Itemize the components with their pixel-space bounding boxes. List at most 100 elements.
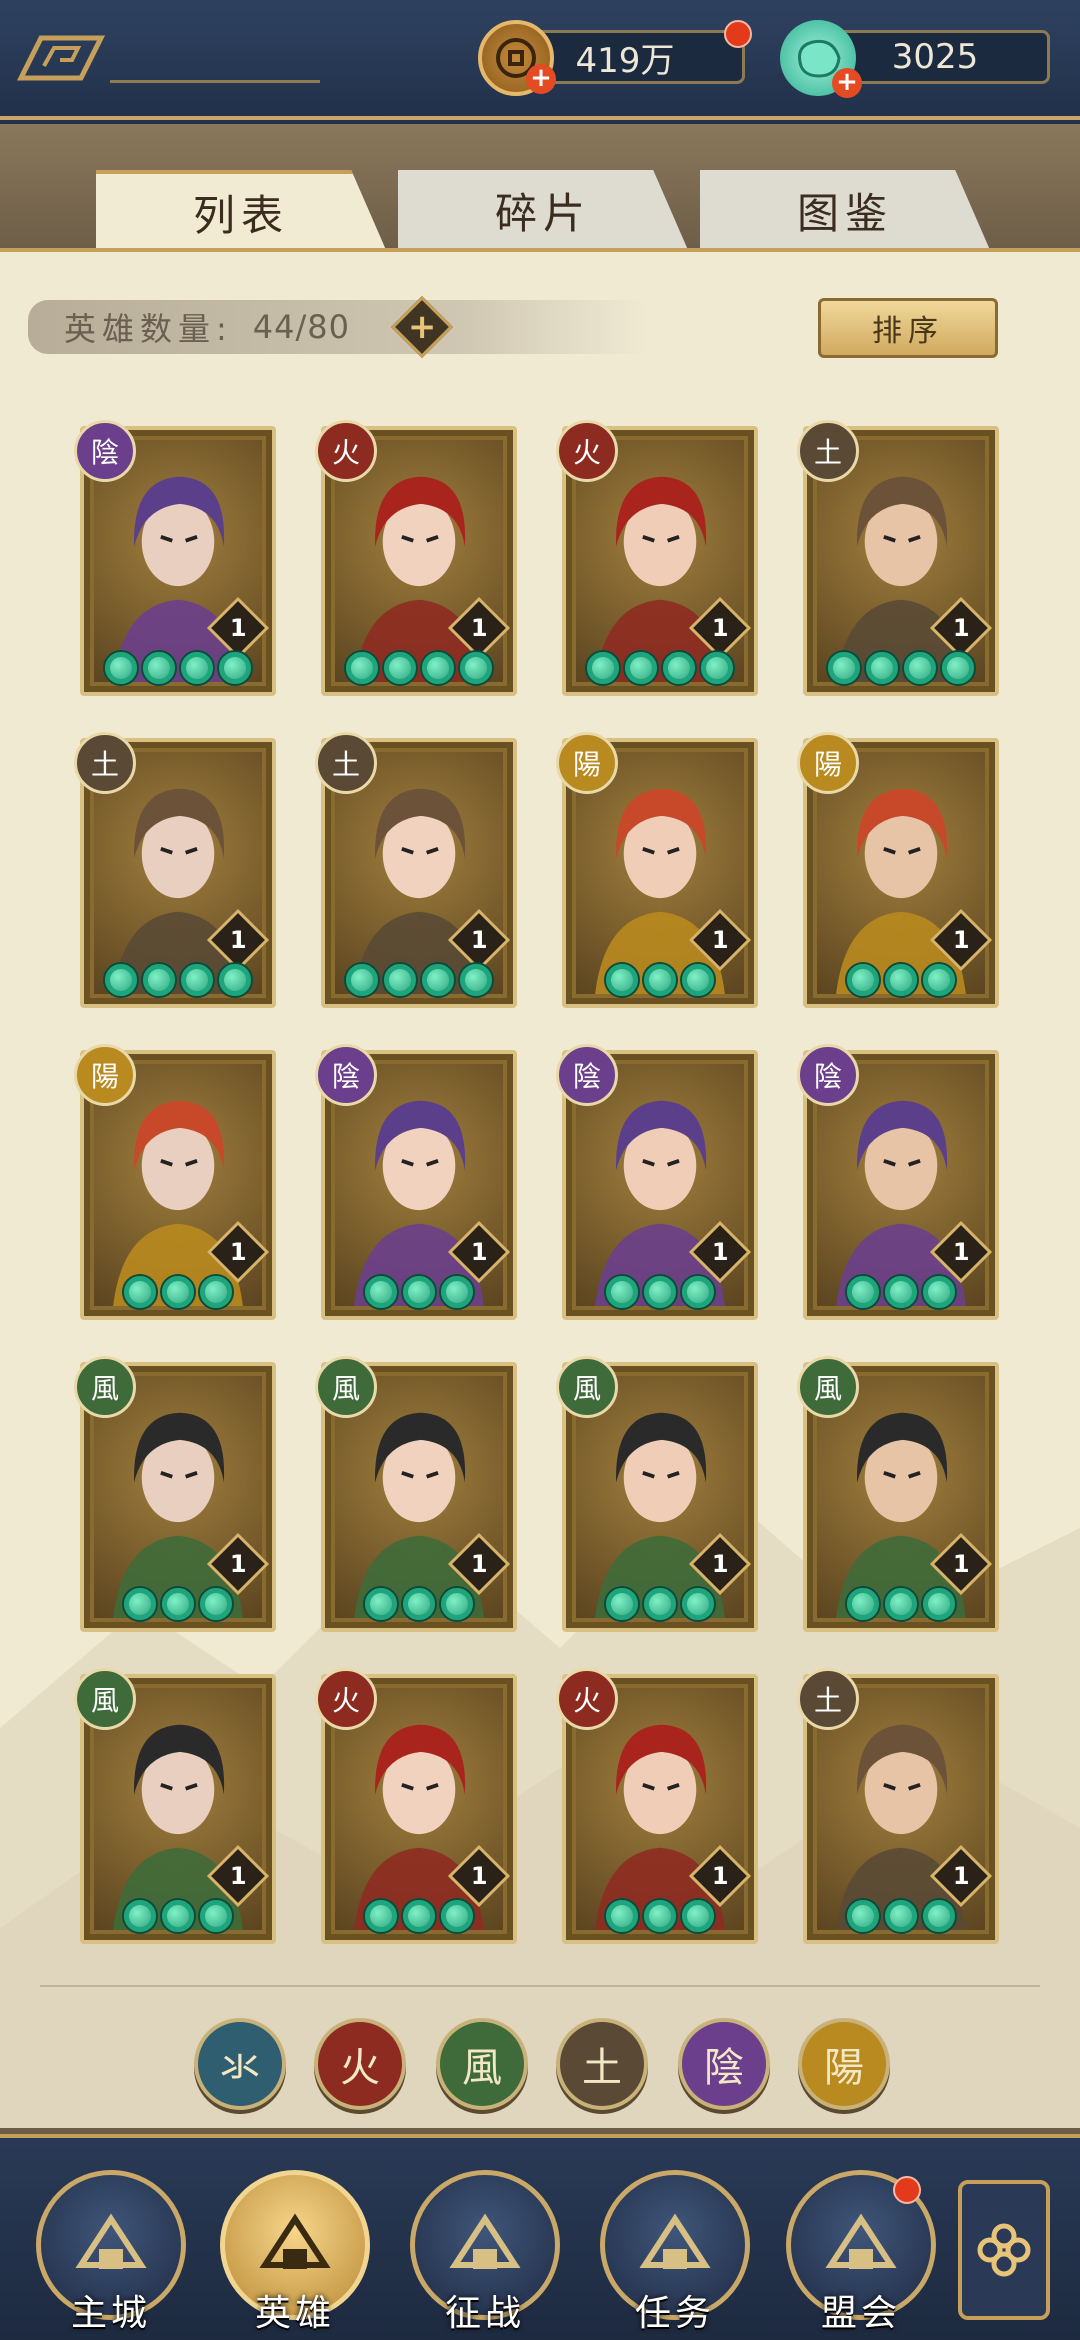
hero-card[interactable]: 土1	[315, 732, 517, 1008]
level-value: 1	[470, 1549, 488, 1578]
jade-icon: +	[780, 20, 862, 98]
top-bar: 419万 + 3025 +	[0, 0, 1080, 120]
jade-star-icon	[382, 650, 418, 686]
hero-card[interactable]: 火1	[315, 1668, 517, 1944]
nav-item[interactable]: 英雄	[220, 2170, 370, 2334]
add-copper-icon[interactable]: +	[526, 64, 556, 94]
hero-card[interactable]: 陰1	[315, 1044, 517, 1320]
level-value: 1	[229, 1861, 247, 1890]
level-value: 1	[470, 1861, 488, 1890]
jade-star-icon	[198, 1586, 234, 1622]
star-rating	[84, 1898, 272, 1934]
element-filter-button[interactable]: 陰	[678, 2018, 770, 2110]
jade-star-icon	[623, 650, 659, 686]
level-value: 1	[229, 1549, 247, 1578]
jade-star-icon	[921, 1898, 957, 1934]
add-jade-icon[interactable]: +	[832, 68, 862, 98]
hero-card[interactable]: 陰1	[556, 1044, 758, 1320]
hero-card[interactable]: 火1	[315, 420, 517, 696]
jade-star-icon	[160, 1898, 196, 1934]
jade-star-icon	[439, 1586, 475, 1622]
jade-star-icon	[845, 1898, 881, 1934]
jade-star-icon	[103, 650, 139, 686]
tab-codex[interactable]: 图鉴	[700, 170, 990, 250]
jade-star-icon	[141, 962, 177, 998]
nav-label: 任务	[634, 2293, 715, 2334]
jade-star-icon	[363, 1898, 399, 1934]
element-filter-button[interactable]: 氺	[194, 2018, 286, 2110]
menu-pattern-icon[interactable]	[16, 28, 106, 88]
star-rating	[84, 1586, 272, 1622]
jade-star-icon	[198, 1274, 234, 1310]
hero-card[interactable]: 陽1	[797, 732, 999, 1008]
jade-value: 3025	[891, 37, 979, 77]
element-badge: 陰	[315, 1044, 377, 1106]
hero-card[interactable]: 火1	[556, 1668, 758, 1944]
element-badge: 火	[315, 1668, 377, 1730]
jade-star-icon	[680, 1898, 716, 1934]
nav-item[interactable]: 主城	[36, 2170, 186, 2334]
jade-star-icon	[680, 962, 716, 998]
jade-star-icon	[122, 1898, 158, 1934]
hero-card[interactable]: 陽1	[556, 732, 758, 1008]
jade-star-icon	[604, 962, 640, 998]
jade-star-icon	[363, 1586, 399, 1622]
jade-star-icon	[420, 962, 456, 998]
jade-star-icon	[458, 962, 494, 998]
sort-button[interactable]: 排序	[818, 298, 998, 358]
hero-count-value: 44/80	[252, 308, 351, 346]
hero-card[interactable]: 陰1	[797, 1044, 999, 1320]
star-rating	[566, 1274, 754, 1310]
element-badge: 陽	[556, 732, 618, 794]
tab-fragments[interactable]: 碎片	[398, 170, 688, 250]
star-rating	[566, 1586, 754, 1622]
element-badge: 土	[74, 732, 136, 794]
jade-star-icon	[883, 1586, 919, 1622]
more-menu-button[interactable]	[958, 2180, 1050, 2320]
hero-card[interactable]: 火1	[556, 420, 758, 696]
star-rating	[325, 650, 513, 686]
jade-star-icon	[103, 962, 139, 998]
star-rating	[807, 650, 995, 686]
jade-star-icon	[940, 650, 976, 686]
jade-star-icon	[439, 1274, 475, 1310]
level-value: 1	[470, 925, 488, 954]
nav-item[interactable]: 任务	[600, 2170, 750, 2334]
level-value: 1	[711, 925, 729, 954]
jade-star-icon	[604, 1898, 640, 1934]
element-filter-button[interactable]: 陽	[798, 2018, 890, 2110]
hero-card[interactable]: 土1	[797, 1668, 999, 1944]
jade-star-icon	[122, 1274, 158, 1310]
jade-star-icon	[883, 962, 919, 998]
star-rating	[84, 650, 272, 686]
hero-card[interactable]: 風1	[74, 1356, 276, 1632]
tab-list[interactable]: 列表	[96, 170, 386, 250]
element-badge: 陽	[74, 1044, 136, 1106]
level-value: 1	[229, 613, 247, 642]
hero-card[interactable]: 風1	[74, 1668, 276, 1944]
jade-star-icon	[921, 1586, 957, 1622]
hero-card[interactable]: 風1	[797, 1356, 999, 1632]
element-filter-button[interactable]: 風	[436, 2018, 528, 2110]
element-badge: 火	[315, 420, 377, 482]
nav-label: 英雄	[254, 2293, 335, 2334]
star-rating	[566, 962, 754, 998]
jade-star-icon	[642, 962, 678, 998]
hero-card[interactable]: 陽1	[74, 1044, 276, 1320]
level-value: 1	[952, 1861, 970, 1890]
hero-card[interactable]: 風1	[556, 1356, 758, 1632]
tab-fragments-label: 碎片	[494, 188, 591, 238]
element-filter-button[interactable]: 火	[314, 2018, 406, 2110]
hero-card[interactable]: 風1	[315, 1356, 517, 1632]
hero-card[interactable]: 土1	[797, 420, 999, 696]
jade-star-icon	[864, 650, 900, 686]
element-badge: 土	[797, 420, 859, 482]
star-rating	[84, 962, 272, 998]
jade-star-icon	[160, 1586, 196, 1622]
element-filter-button[interactable]: 土	[556, 2018, 648, 2110]
nav-item[interactable]: 征战	[410, 2170, 560, 2334]
jade-star-icon	[458, 650, 494, 686]
hero-card[interactable]: 土1	[74, 732, 276, 1008]
hero-card[interactable]: 陰1	[74, 420, 276, 696]
element-badge: 風	[74, 1668, 136, 1730]
